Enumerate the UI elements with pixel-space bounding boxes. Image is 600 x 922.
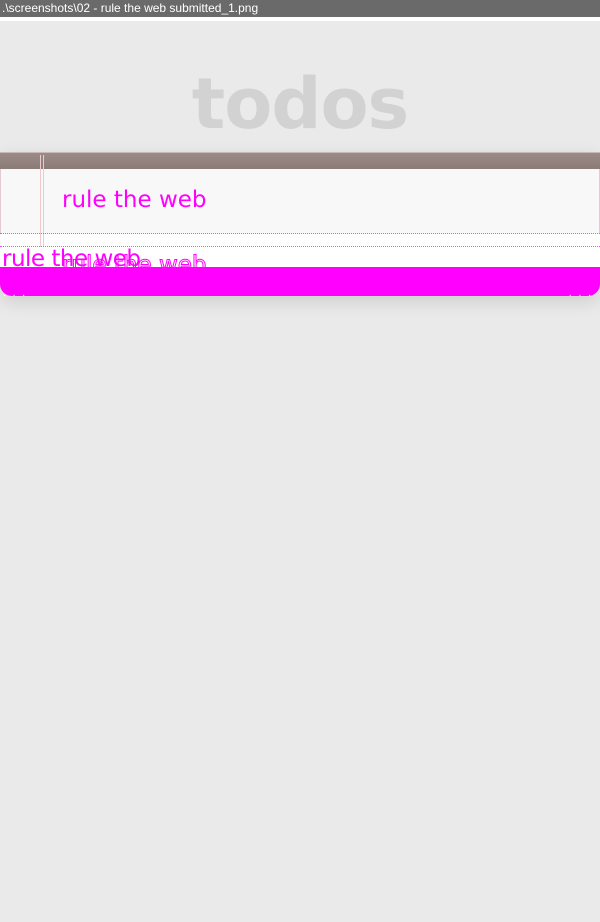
todo-footer [0, 267, 600, 296]
window-title: .\screenshots\02 - rule the web submitte… [2, 1, 259, 15]
footer-artifact-left: · · · [2, 291, 27, 300]
new-todo-input[interactable]: rule the web [62, 183, 207, 217]
window-title-bar: .\screenshots\02 - rule the web submitte… [0, 0, 600, 17]
footer-artifact-right: · · · [567, 291, 592, 300]
app-title: todos [191, 63, 409, 145]
title-bar-separator [0, 17, 600, 21]
focus-outline-top [0, 233, 600, 234]
header-bar [0, 152, 600, 169]
